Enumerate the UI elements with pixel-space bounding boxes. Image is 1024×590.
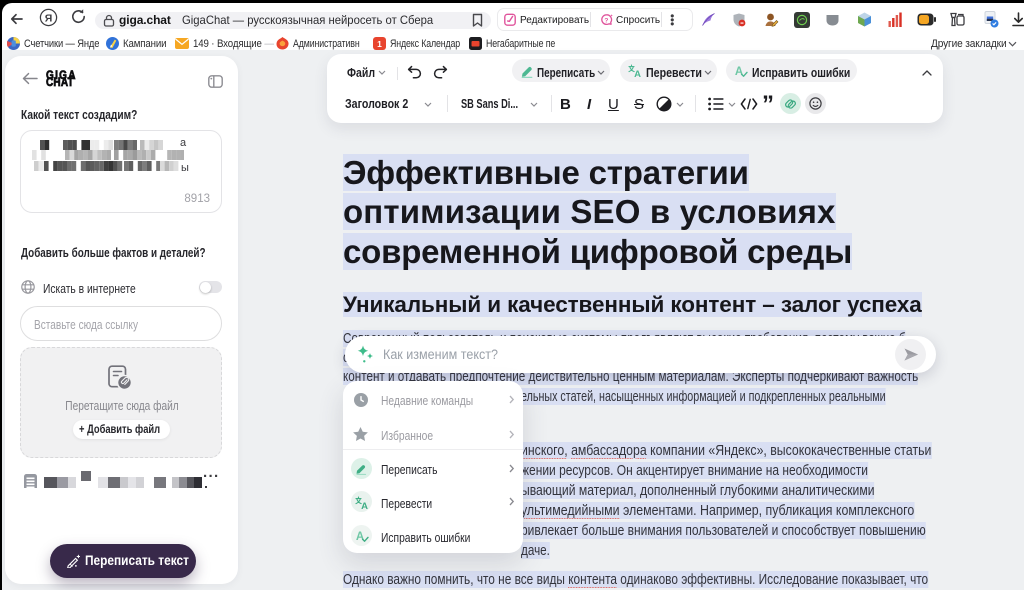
- svg-text:A: A: [735, 66, 743, 78]
- svg-text:A: A: [634, 69, 641, 78]
- svg-text:Я: Я: [45, 12, 53, 24]
- svg-text:1: 1: [377, 39, 382, 49]
- svg-text:?: ?: [604, 17, 608, 24]
- svg-text:A: A: [361, 501, 368, 510]
- svg-text:A: A: [356, 531, 364, 543]
